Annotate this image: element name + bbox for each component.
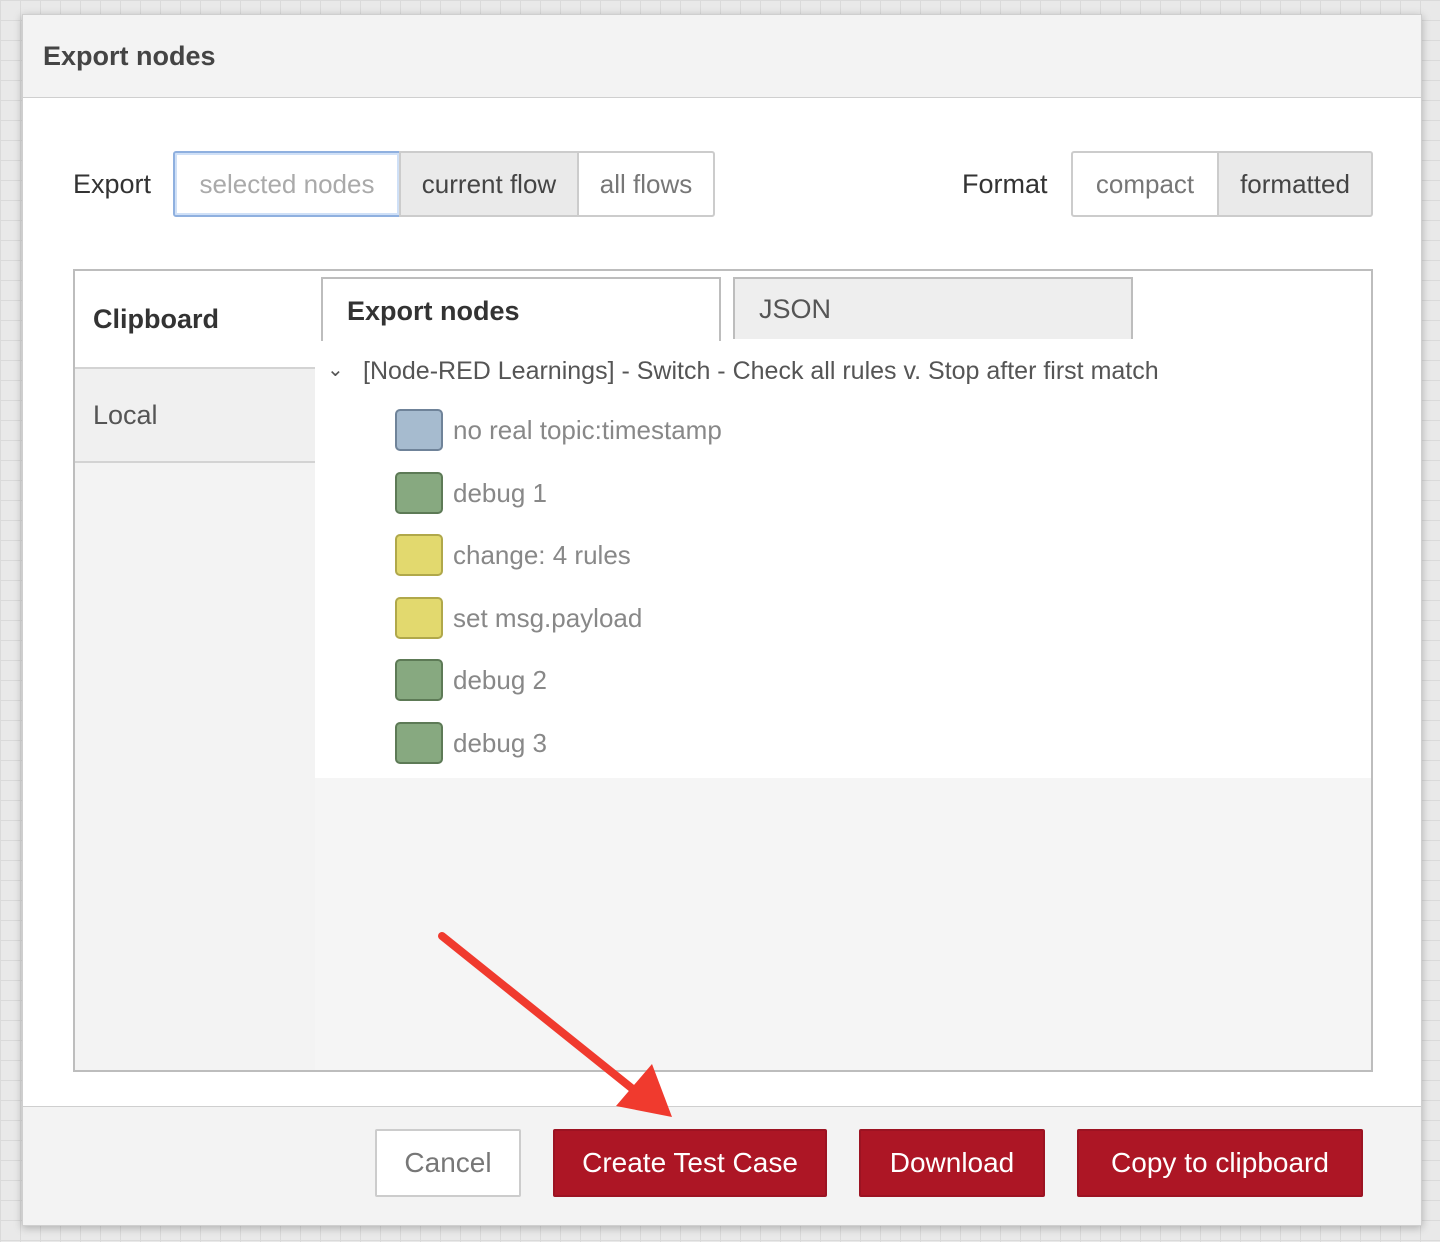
flow-name: [Node-RED Learnings] - Switch - Check al… — [363, 357, 1159, 385]
node-label: debug 1 — [453, 477, 547, 508]
current-flow-button[interactable]: current flow — [399, 151, 579, 217]
content-tabbar: Export nodes JSON — [315, 271, 1371, 343]
debug-node-icon — [395, 659, 443, 701]
export-content-box: Clipboard Local Export nodes JSON ⌄ [Nod… — [73, 269, 1373, 1072]
formatted-button[interactable]: formatted — [1217, 151, 1373, 217]
change-node-icon — [395, 534, 443, 576]
format-label: Format — [962, 169, 1048, 199]
download-button[interactable]: Download — [859, 1129, 1045, 1197]
tab-json[interactable]: JSON — [733, 277, 1133, 339]
list-item[interactable]: debug 3 — [395, 720, 547, 766]
change-node-icon — [395, 597, 443, 639]
create-test-case-button[interactable]: Create Test Case — [553, 1129, 827, 1197]
inject-node-icon — [395, 409, 443, 451]
list-item[interactable]: no real topic:timestamp — [395, 407, 722, 453]
copy-to-clipboard-button[interactable]: Copy to clipboard — [1077, 1129, 1363, 1197]
cancel-button[interactable]: Cancel — [375, 1129, 521, 1197]
node-label: set msg.payload — [453, 602, 643, 633]
selected-nodes-button[interactable]: selected nodes — [173, 151, 401, 217]
list-item[interactable]: set msg.payload — [395, 595, 642, 641]
list-item[interactable]: change: 4 rules — [395, 532, 631, 578]
debug-node-icon — [395, 472, 443, 514]
export-scope-group: selected nodes current flow all flows — [173, 151, 715, 217]
node-label: debug 3 — [453, 727, 547, 758]
chevron-down-icon[interactable]: ⌄ — [327, 357, 347, 382]
debug-node-icon — [395, 722, 443, 764]
side-tabs: Clipboard Local — [75, 271, 317, 1070]
tab-clipboard[interactable]: Clipboard — [75, 271, 317, 367]
node-label: no real topic:timestamp — [453, 414, 722, 445]
node-label: change: 4 rules — [453, 539, 631, 570]
flow-tree-row[interactable]: ⌄ [Node-RED Learnings] - Switch - Check … — [327, 357, 1159, 386]
export-label: Export — [73, 169, 152, 199]
export-nodes-dialog: Export nodes Export selected nodes curre… — [22, 14, 1422, 1226]
node-tree: ⌄ [Node-RED Learnings] - Switch - Check … — [315, 341, 1371, 778]
all-flows-button[interactable]: all flows — [577, 151, 715, 217]
tab-export-nodes[interactable]: Export nodes — [321, 277, 721, 343]
list-item[interactable]: debug 2 — [395, 657, 547, 703]
tab-local[interactable]: Local — [75, 367, 315, 463]
compact-button[interactable]: compact — [1071, 151, 1219, 217]
list-item[interactable]: debug 1 — [395, 470, 547, 516]
dialog-footer: Cancel Create Test Case Download Copy to… — [23, 1106, 1421, 1225]
export-main-pane: Export nodes JSON ⌄ [Node-RED Learnings]… — [315, 271, 1371, 1070]
format-group: compact formatted — [1071, 151, 1373, 217]
dialog-title: Export nodes — [43, 41, 216, 71]
dialog-header: Export nodes — [23, 15, 1421, 98]
node-label: debug 2 — [453, 664, 547, 695]
